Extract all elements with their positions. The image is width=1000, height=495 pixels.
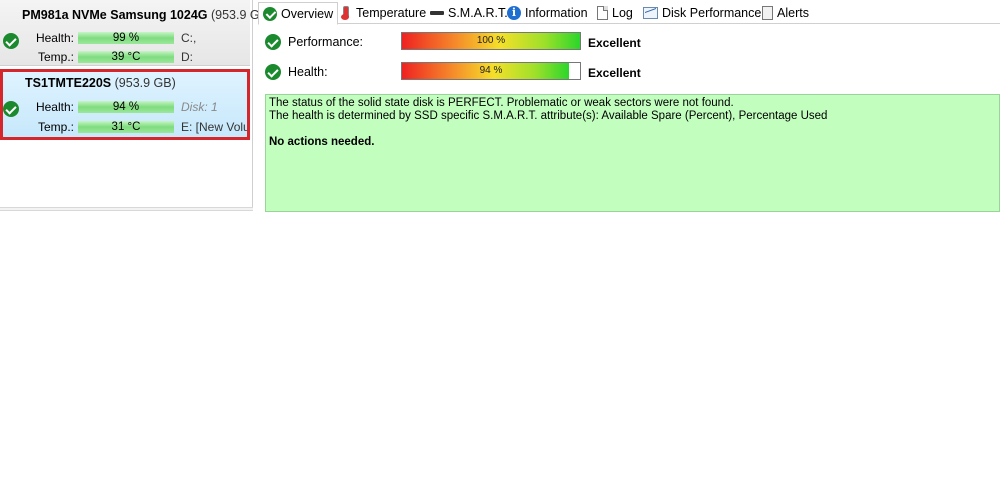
action-message: No actions needed. [269, 136, 375, 148]
tab-label: S.M.A.R.T. [448, 6, 508, 20]
status-ok-icon [3, 101, 19, 117]
document-icon [597, 6, 608, 20]
tab-label: Information [525, 6, 588, 20]
tab-label: Alerts [777, 6, 809, 20]
tab-bar: Overview Temperature S.M.A.R.T. i Inform… [258, 2, 1000, 25]
health-label: Health: [35, 31, 74, 45]
tab-log[interactable]: Log [593, 2, 637, 24]
disk-item-pm981a[interactable]: PM981a NVMe Samsung 1024G (953.9 GB) Hea… [0, 0, 272, 66]
disk-capacity: (953.9 GB) [114, 76, 176, 90]
disk-title: TS1TMTE220S (953.9 GB) [25, 76, 176, 90]
temp-bar: 31 °C [78, 121, 174, 133]
tab-label: Temperature [356, 6, 427, 20]
check-icon [263, 6, 277, 21]
performance-ok-icon [265, 34, 281, 50]
temp-bar: 39 °C [78, 51, 174, 63]
tab-overview[interactable]: Overview [258, 2, 339, 25]
status-line: The health is determined by SSD specific… [269, 110, 828, 122]
disk-item-ts1tmte220s[interactable]: TS1TMTE220S (953.9 GB) Health: 94 % Disk… [0, 69, 250, 140]
status-line: The status of the solid state disk is PE… [269, 97, 734, 109]
tab-temperature[interactable]: Temperature [334, 2, 430, 24]
status-ok-icon [3, 33, 19, 49]
performance-label: Performance: [288, 35, 364, 49]
tab-label: Overview [281, 6, 334, 21]
info-icon: i [507, 6, 521, 20]
drive-letters: C:, [181, 31, 197, 45]
status-message-box: The status of the solid state disk is PE… [265, 94, 1000, 212]
temp-label: Temp.: [37, 50, 74, 64]
tab-label: Log [612, 6, 633, 20]
health-bar: 94 % [78, 101, 174, 113]
health-rating: Excellent [588, 66, 641, 80]
health-bar: 99 % [78, 32, 174, 44]
disk-list-panel: PM981a NVMe Samsung 1024G (953.9 GB) Hea… [0, 0, 272, 209]
disk-title: PM981a NVMe Samsung 1024G (953.9 GB) [22, 8, 272, 22]
disk-number: Disk: 1 [181, 100, 218, 114]
panel-divider [0, 207, 253, 211]
performance-value: 100 % [476, 35, 506, 46]
chart-icon [643, 7, 658, 19]
health-bar: 94 % [401, 62, 581, 80]
performance-bar: 100 % [401, 32, 581, 50]
temp-label: Temp.: [37, 120, 74, 134]
ssd-icon [430, 6, 444, 20]
performance-rating: Excellent [588, 36, 641, 50]
disk-name: TS1TMTE220S [25, 76, 112, 90]
tab-smart[interactable]: S.M.A.R.T. [426, 2, 512, 24]
disk-name: PM981a NVMe Samsung 1024G [22, 8, 208, 22]
health-label: Health: [288, 65, 328, 79]
alert-icon [762, 6, 773, 20]
health-value: 94 % [479, 65, 503, 76]
tab-disk-performance[interactable]: Disk Performance [639, 2, 765, 24]
drive-letters: E: [New Volu [181, 120, 247, 134]
health-ok-icon [265, 64, 281, 80]
tab-alerts[interactable]: Alerts [758, 2, 813, 24]
health-label: Health: [35, 100, 74, 114]
drive-letters: D: [181, 50, 193, 64]
thermometer-icon [338, 6, 352, 20]
tab-label: Disk Performance [662, 6, 762, 20]
tab-information[interactable]: i Information [503, 2, 592, 24]
